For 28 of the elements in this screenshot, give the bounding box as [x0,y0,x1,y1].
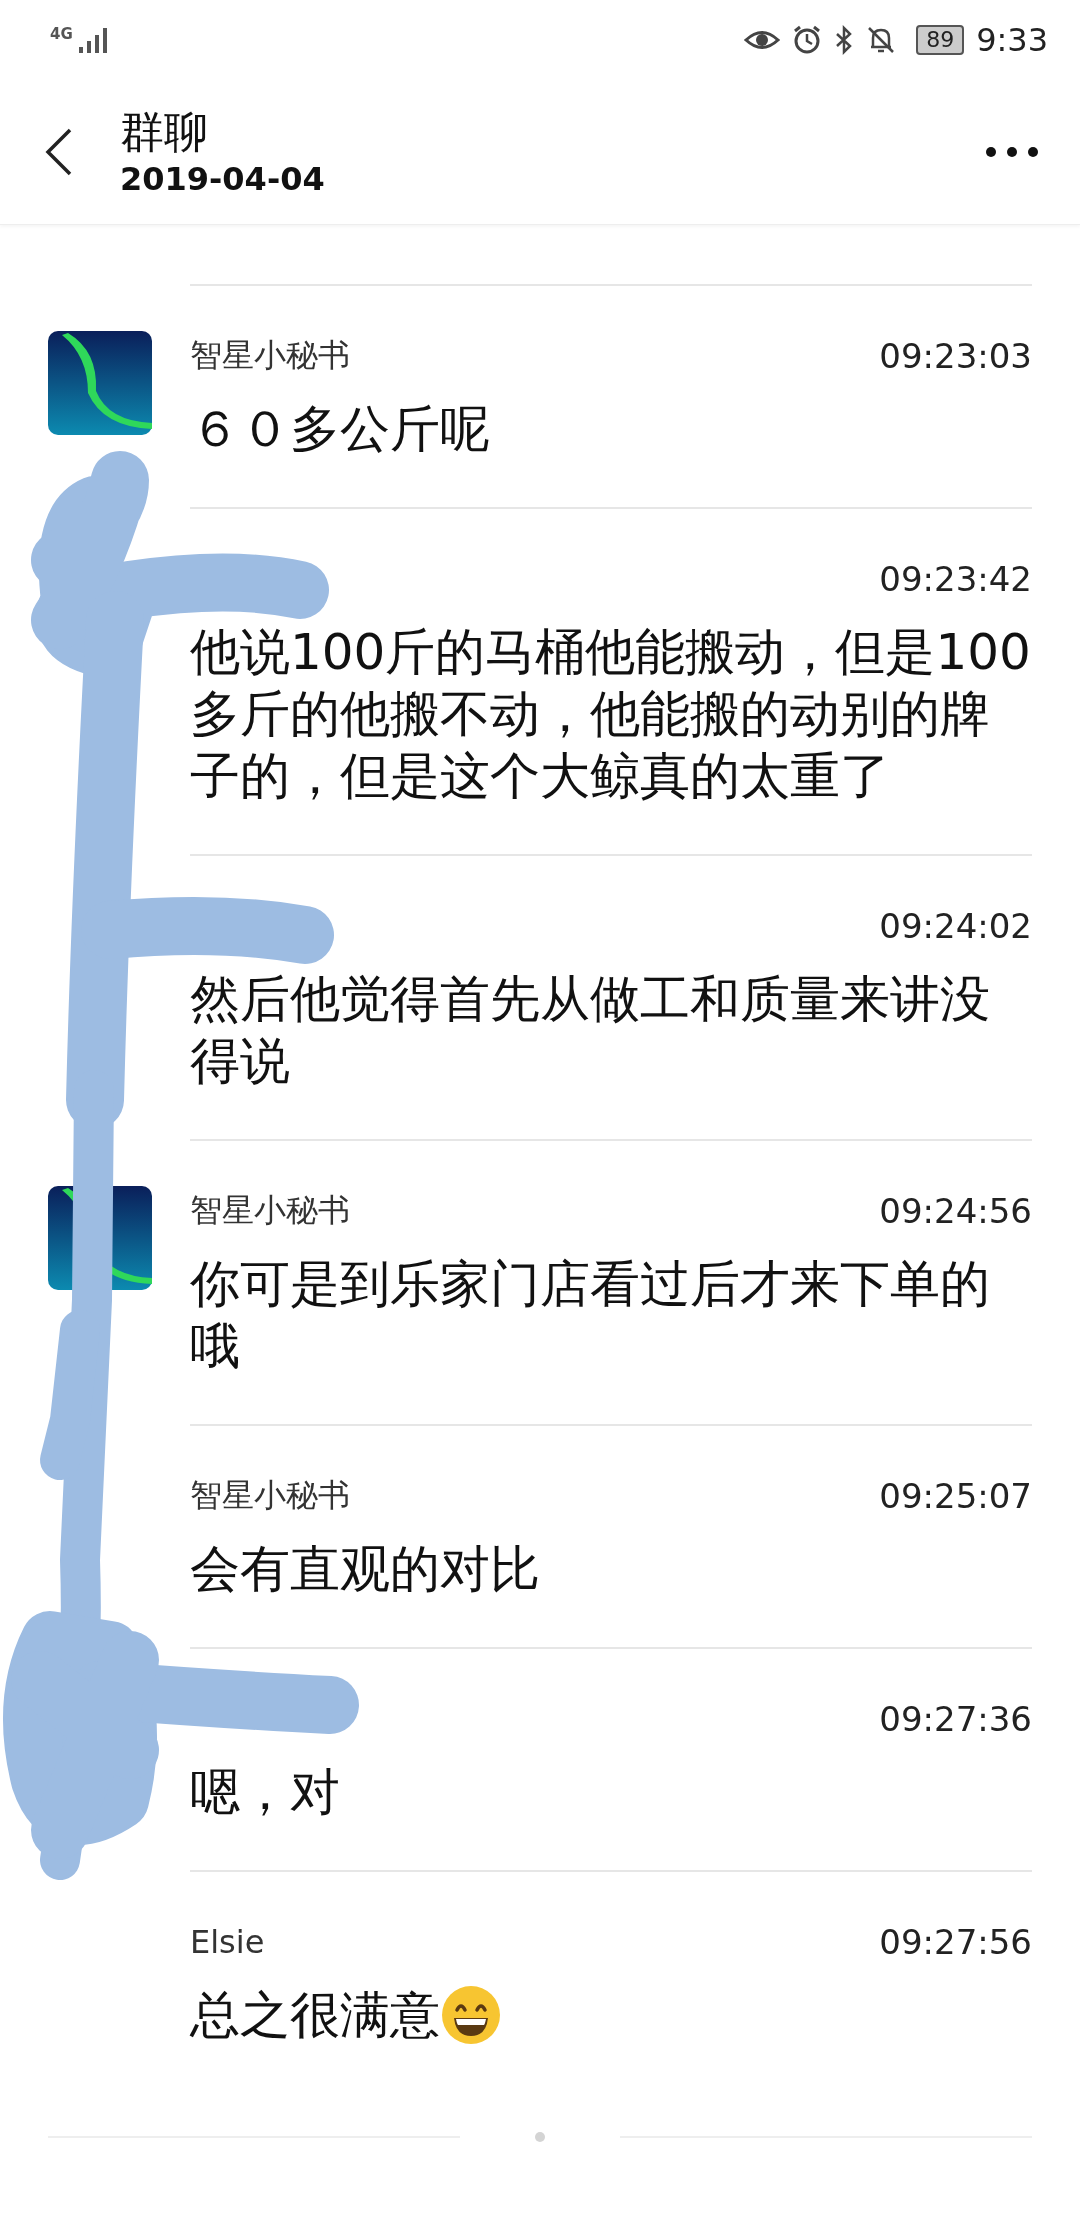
sender-name: 智星小秘书 [190,1190,350,1231]
message-time: 09:23:03 [879,336,1032,376]
message-time: 09:24:56 [879,1191,1032,1231]
status-time: 9:33 [976,21,1048,59]
battery-indicator: 89 [916,25,965,55]
message-text: 你可是到乐家门店看过后才来下单的哦 [190,1254,991,1377]
message-text: 总之很满意 [190,1985,440,2046]
back-icon[interactable] [44,127,74,177]
sender-name: Elsie [190,1923,265,1961]
message-text: 嗯，对 [190,1762,340,1823]
message-time: 09:27:56 [879,1922,1032,1962]
message-time: 09:23:42 [879,559,1032,599]
message-text: 会有直观的对比 [190,1539,540,1600]
network-label: 4G [50,25,73,43]
sender-name: 智星小秘书 [190,1475,350,1516]
message-text: ６０多公斤呢 [190,399,490,460]
message-time: 09:27:36 [879,1699,1032,1739]
more-icon[interactable] [984,145,1040,159]
chat-date: 2019-04-04 [120,159,326,199]
message-time: 09:24:02 [879,906,1032,946]
message-text: 他说100斤的马桶他能搬动，但是100多斤的他搬不动，他能搬的动别的牌子的，但是这个大鲸真的太重了 [190,622,1032,807]
message-time: 09:25:07 [879,1476,1032,1516]
sender-name: 智星小秘书 [190,335,350,376]
page-dot-icon [534,2131,546,2143]
chat-title: 群聊 [120,105,209,159]
grinning-face-icon [440,1984,502,2046]
alarm-icon [792,25,823,55]
message-text: 然后他觉得首先从做工和质量来讲没得说 [190,969,991,1092]
